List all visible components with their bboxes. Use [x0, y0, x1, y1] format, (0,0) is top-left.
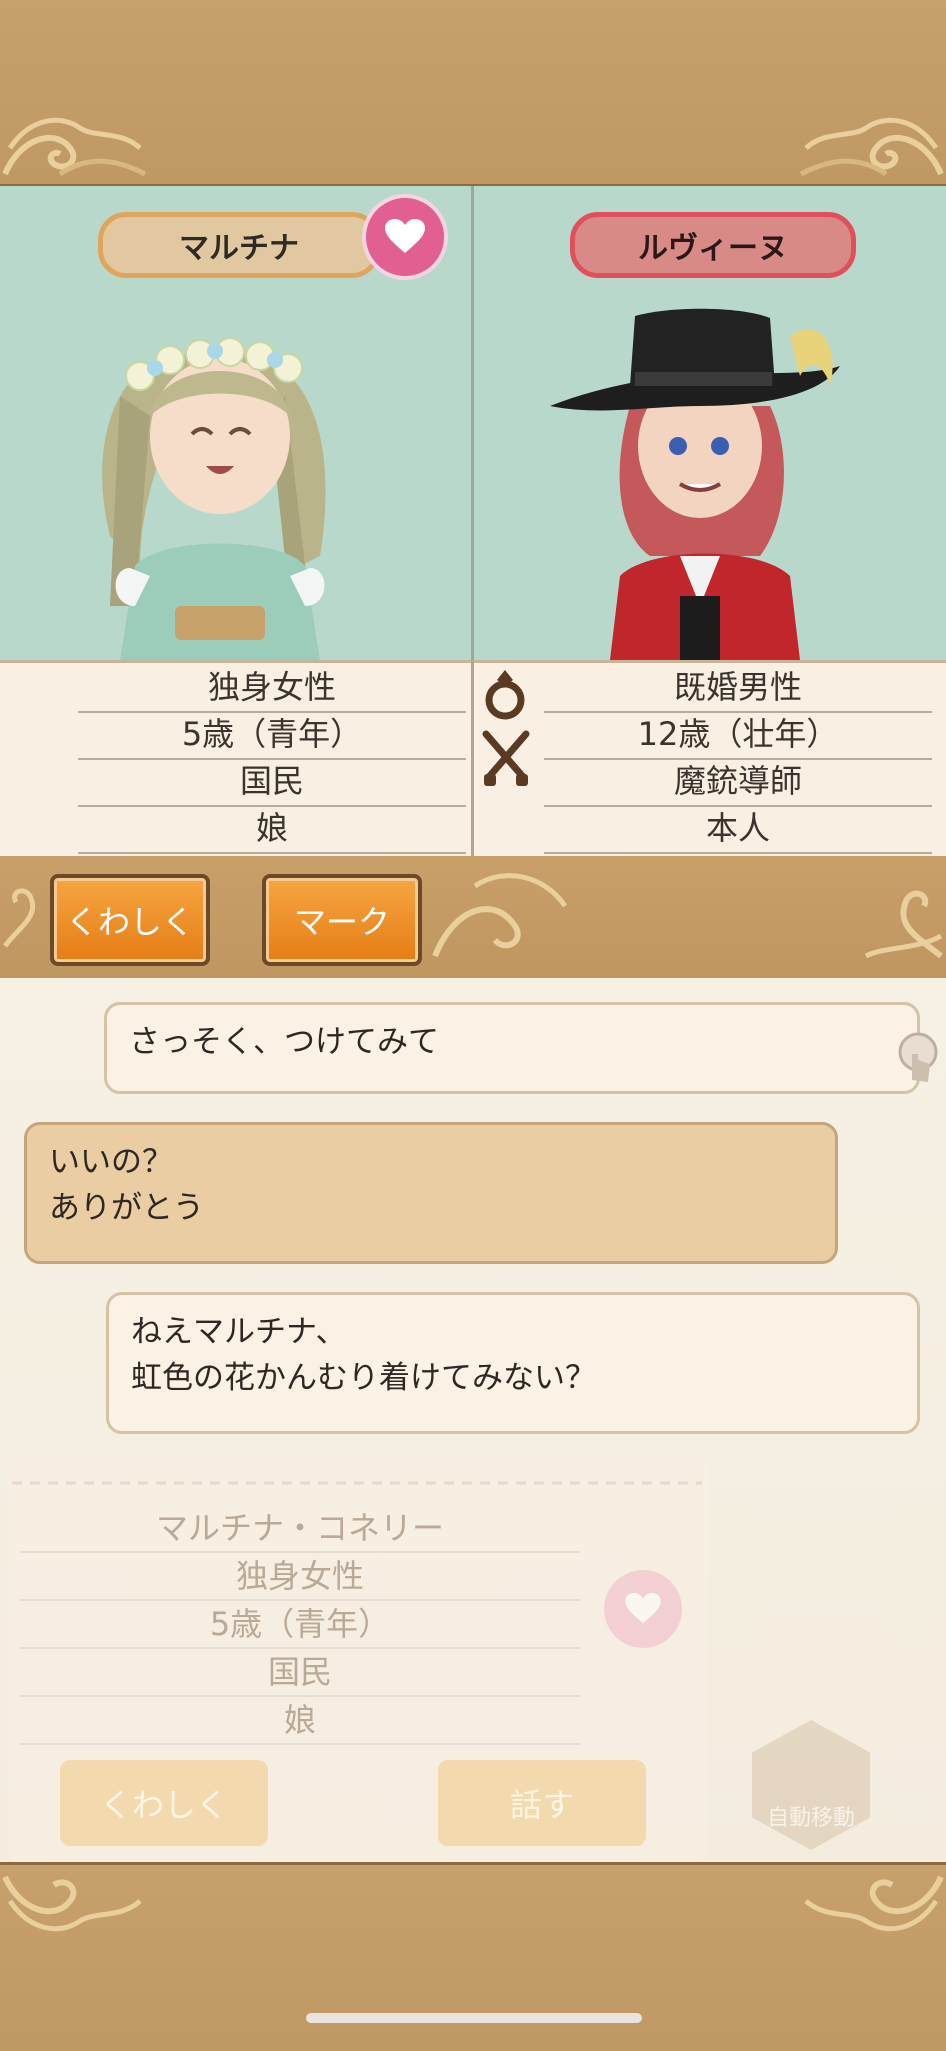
background-panel-ornament: [12, 1481, 702, 1485]
background-info-age: 5歳（青年）: [20, 1601, 580, 1649]
background-info-status: 独身女性: [20, 1553, 580, 1601]
chat-bubble-right: さっそく、つけてみて: [104, 1002, 920, 1094]
chat-text-line-1: ねえマルチナ、: [131, 1314, 347, 1350]
background-heart-badge: [604, 1570, 682, 1648]
chat-bubble-left: いいの？ ありがとう: [24, 1122, 838, 1264]
background-talk-button: 話す: [438, 1760, 646, 1846]
button-bar-ornament-right: [864, 890, 943, 959]
home-indicator[interactable]: [306, 2013, 642, 2023]
button-bar-ornament-center: [432, 873, 568, 958]
right-character-portrait[interactable]: [540, 276, 870, 660]
right-info-age: 12歳（壮年）: [544, 711, 932, 760]
chat-text: さっそく、つけてみて: [129, 1024, 439, 1060]
background-full-name: マルチナ・コネリー: [20, 1505, 580, 1553]
crossed-guns-icon: [482, 730, 530, 786]
favorite-heart-button[interactable]: [362, 194, 448, 280]
right-flourish-ornament: [799, 117, 944, 177]
left-flourish-ornament: [2, 117, 147, 177]
touch-hand-icon[interactable]: [894, 1032, 942, 1088]
background-info-job: 国民: [20, 1649, 580, 1697]
right-info-job: 魔銃導師: [544, 758, 932, 807]
left-character-portrait[interactable]: [80, 306, 360, 660]
right-info-relation: 本人: [544, 805, 932, 854]
bottom-right-flourish-ornament: [804, 1875, 944, 1932]
background-heart-icon: [625, 1593, 661, 1624]
left-character-name[interactable]: マルチナ: [98, 212, 380, 278]
chat-bubble-right: ねえマルチナ、 虹色の花かんむり着けてみない？: [106, 1292, 920, 1434]
married-ring-icon: [485, 670, 525, 720]
mark-button[interactable]: マーク: [262, 874, 422, 966]
portrait-divider: [471, 186, 474, 660]
background-info-relation: 娘: [20, 1697, 580, 1745]
left-info-status: 独身女性: [78, 664, 466, 713]
chat-text-line-1: いいの？: [49, 1144, 173, 1180]
details-button[interactable]: くわしく: [50, 874, 210, 966]
chat-text-line-2: 虹色の花かんむり着けてみない？: [131, 1360, 596, 1396]
button-bar-ornament-left: [3, 888, 36, 948]
left-info-age: 5歳（青年）: [78, 711, 466, 760]
top-frame: [0, 0, 946, 187]
bottom-left-flourish-ornament: [2, 1875, 142, 1932]
right-info-status: 既婚男性: [544, 664, 932, 713]
background-details-button: くわしく: [60, 1760, 268, 1846]
left-info-job: 国民: [78, 758, 466, 807]
right-character-name[interactable]: ルヴィーヌ: [570, 212, 856, 278]
left-info-relation: 娘: [78, 805, 466, 854]
chat-text-line-2: ありがとう: [49, 1190, 204, 1226]
info-divider: [471, 660, 474, 856]
heart-icon: [385, 219, 425, 253]
